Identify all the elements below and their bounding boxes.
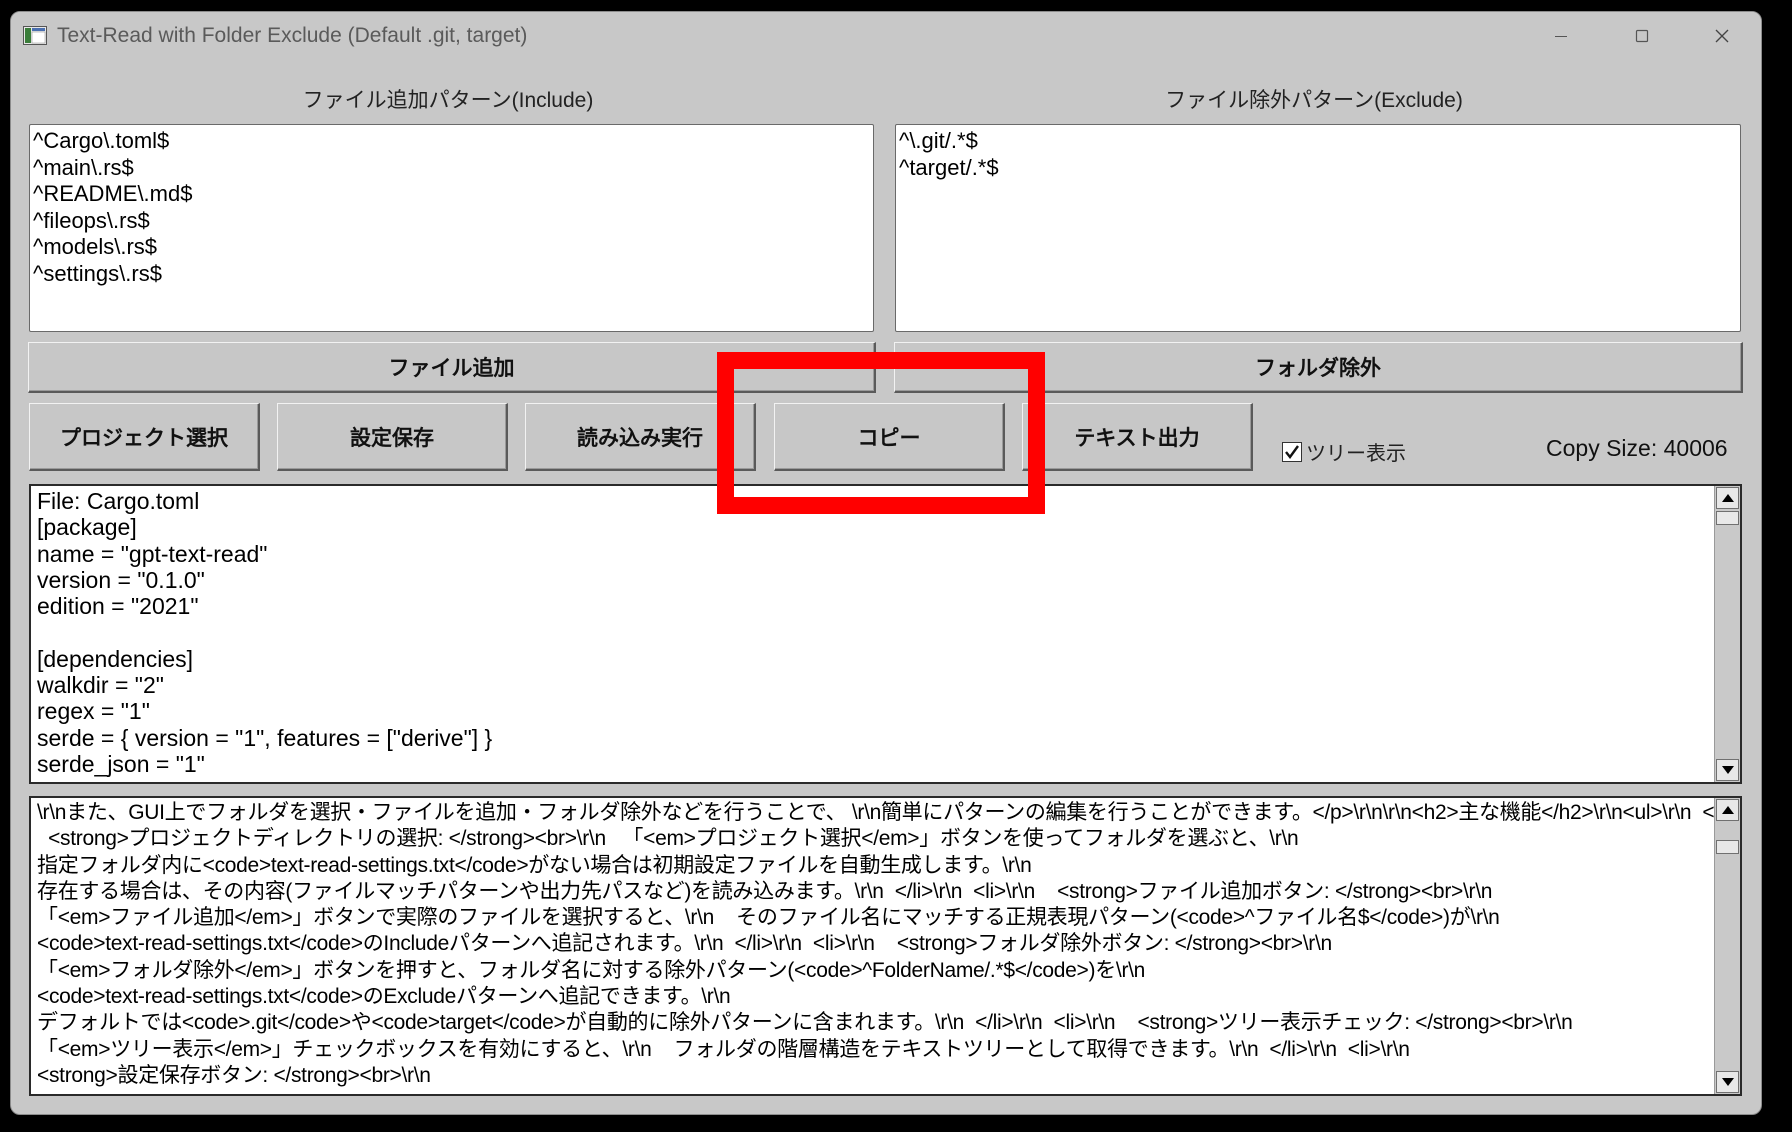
scroll-up-icon xyxy=(1721,806,1734,814)
tree-label: ツリー表示 xyxy=(1306,443,1406,465)
copy-size-label: Copy Size: 40006 xyxy=(1546,435,1728,461)
output-line: 指定フォルダ内に<code>text-read-settings.txt</co… xyxy=(37,853,1032,877)
scroll-down-icon xyxy=(1721,1078,1734,1086)
close-icon xyxy=(1715,29,1729,43)
include-line: ^models\.rs$ xyxy=(33,234,158,259)
output-line: serde_json = "1" xyxy=(37,750,205,777)
exclude-line: ^\.git/.*$ xyxy=(899,128,978,153)
include-pattern-input[interactable]: ^Cargo\.toml$ ^main\.rs$ ^README\.md$ ^f… xyxy=(29,124,874,332)
maximize-icon xyxy=(1635,29,1649,43)
file-content-output[interactable]: File: Cargo.toml [package] name = "gpt-t… xyxy=(29,484,1742,784)
output-line: <strong>設定保存ボタン: </strong><br>\r\n xyxy=(37,1063,431,1087)
vertical-scrollbar[interactable] xyxy=(1714,798,1740,1094)
output-line: 「<em>ファイル追加</em>」ボタンで実際のファイルを選択すると、\r\n … xyxy=(37,906,1500,930)
output-line: <code>text-read-settings.txt</code>のExcl… xyxy=(37,985,731,1009)
scroll-down-icon xyxy=(1721,766,1734,774)
output-line: regex = "1" xyxy=(37,698,150,725)
scroll-down-button[interactable] xyxy=(1716,1071,1739,1093)
output-line: name = "gpt-text-read" xyxy=(37,540,268,567)
text-output-area[interactable]: \r\nまた、GUI上でフォルダを選択・ファイルを追加・フォルダ除外などを行うこ… xyxy=(29,796,1742,1096)
scroll-thumb[interactable] xyxy=(1716,511,1739,525)
scroll-up-button[interactable] xyxy=(1716,799,1739,821)
exclude-line: ^target/.*$ xyxy=(899,154,999,180)
exclude-caption: ファイル除外パターン(Exclude) xyxy=(1165,89,1463,112)
output-line: [package] xyxy=(37,514,137,541)
include-line: ^Cargo\.toml$ xyxy=(33,128,170,153)
output-line: <code>text-read-settings.txt</code>のIncl… xyxy=(37,932,1332,956)
app-icon xyxy=(23,26,47,45)
output-line: 存在する場合は、その内容(ファイルマッチパターンや出力先パスなど)を読み込みます… xyxy=(37,879,1493,903)
exclude-folder-button[interactable]: フォルダ除外 xyxy=(894,342,1743,393)
file-content-text: File: Cargo.toml [package] name = "gpt-t… xyxy=(37,488,492,777)
text-output-button[interactable]: テキスト出力 xyxy=(1022,403,1253,471)
add-file-button[interactable]: ファイル追加 xyxy=(28,342,876,393)
output-line: 「<em>フォルダ除外</em>」ボタンを押すと、フォルダ名に対する除外パターン… xyxy=(37,958,1146,982)
output-line: File: Cargo.toml xyxy=(37,488,200,514)
include-line: ^main\.rs$ xyxy=(33,154,134,180)
output-line: <strong>プロジェクトディレクトリの選択: </strong><br>\r… xyxy=(37,827,1299,851)
exclude-pattern-input[interactable]: ^\.git/.*$ ^target/.*$ xyxy=(895,124,1741,332)
output-line: walkdir = "2" xyxy=(37,672,164,699)
output-line: \r\nまた、GUI上でフォルダを選択・ファイルを追加・フォルダ除外などを行うこ… xyxy=(37,801,1742,824)
include-line: ^fileops\.rs$ xyxy=(33,207,150,233)
include-caption: ファイル追加パターン(Include) xyxy=(302,89,594,112)
window-title: Text-Read with Folder Exclude (Default .… xyxy=(57,24,528,47)
output-line: デフォルトでは<code>.git</code>や<code>target</c… xyxy=(37,1011,1573,1035)
copy-button[interactable]: コピー xyxy=(774,403,1005,471)
output-line: serde = { version = "1", features = ["de… xyxy=(37,724,493,751)
scroll-down-button[interactable] xyxy=(1716,759,1739,781)
tree-checkbox[interactable] xyxy=(1282,441,1302,462)
run-read-button[interactable]: 読み込み実行 xyxy=(525,403,756,471)
checkmark-icon xyxy=(1285,444,1299,459)
app-window: Text-Read with Folder Exclude (Default .… xyxy=(10,11,1762,1115)
output-line: version = "0.1.0" xyxy=(37,566,205,593)
scroll-up-icon xyxy=(1721,494,1734,502)
minimize-icon xyxy=(1555,36,1567,37)
vertical-scrollbar[interactable] xyxy=(1714,486,1740,782)
scroll-thumb[interactable] xyxy=(1716,840,1739,854)
output-line: [dependencies] xyxy=(37,645,194,672)
output-line: 「<em>ツリー表示</em>」チェックボックスを有効にすると、\r\n フォル… xyxy=(37,1037,1410,1061)
output-line: edition = "2021" xyxy=(37,593,199,620)
text-output-content: \r\nまた、GUI上でフォルダを選択・ファイルを追加・フォルダ除外などを行うこ… xyxy=(37,800,1742,1089)
title-bar[interactable]: Text-Read with Folder Exclude (Default .… xyxy=(11,12,1761,60)
scroll-up-button[interactable] xyxy=(1716,487,1739,509)
tree-toggle[interactable]: ツリー表示 xyxy=(1282,437,1406,466)
save-settings-button[interactable]: 設定保存 xyxy=(277,403,508,471)
maximize-button[interactable] xyxy=(1607,16,1677,56)
minimize-button[interactable] xyxy=(1526,16,1596,56)
include-line: ^settings\.rs$ xyxy=(33,260,162,286)
include-line: ^README\.md$ xyxy=(33,181,193,206)
select-project-button[interactable]: プロジェクト選択 xyxy=(29,403,260,471)
close-button[interactable] xyxy=(1687,16,1757,56)
